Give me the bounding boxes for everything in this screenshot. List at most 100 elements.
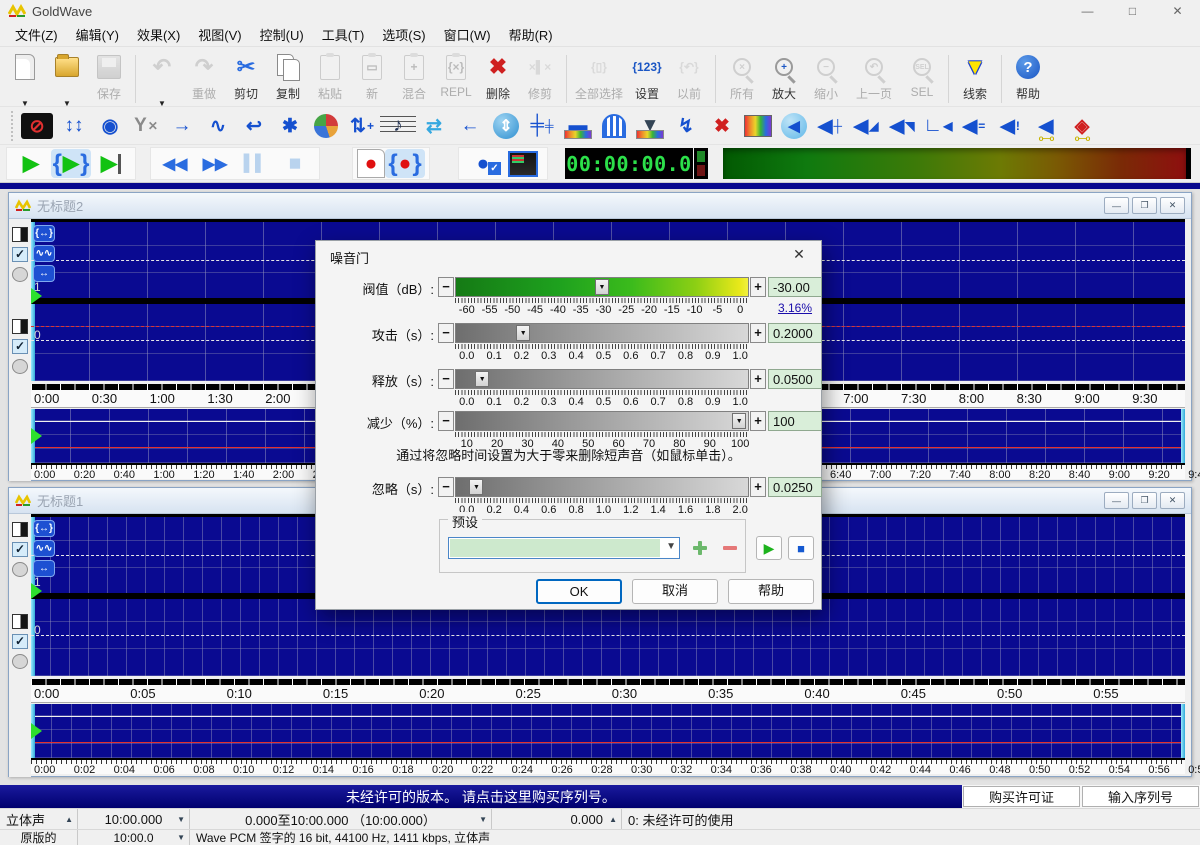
channel-0-checkbox[interactable]: ✓ [12, 542, 28, 557]
zoom-previous-button[interactable]: ↶上一页 [848, 51, 900, 102]
preset-delete-button[interactable] [719, 537, 741, 559]
monitor-button[interactable] [503, 149, 543, 178]
ok-button[interactable]: OK [536, 579, 622, 604]
record-settings-button[interactable]: ●✓ [463, 149, 503, 178]
window-close-button[interactable]: ✕ [1160, 492, 1185, 509]
threshold-decrease-button[interactable]: − [438, 277, 454, 297]
cancel-button[interactable]: 取消 [632, 579, 718, 604]
window-minimize-button[interactable]: — [1104, 492, 1129, 509]
echo-effect-button[interactable]: ✱ [272, 111, 308, 141]
rewind-button[interactable]: ◀◀ [155, 149, 195, 178]
preset-combobox[interactable]: ▼ [448, 537, 680, 559]
fast-forward-button[interactable]: ▶▶ [195, 149, 235, 178]
match-volume-effect-button[interactable]: ∟◀ [920, 111, 956, 141]
release-slider-thumb[interactable]: ▼ [475, 371, 489, 387]
channel-mode-cell[interactable]: 立体声▲ [0, 809, 78, 829]
position-cell[interactable]: 0.000▲ [492, 809, 622, 829]
menu-item-2[interactable]: 效果(X) [128, 22, 189, 47]
marker-handle-0[interactable]: {↔} [33, 520, 55, 537]
overview-strip[interactable] [31, 704, 1185, 758]
channel-1-view-toggle[interactable] [12, 319, 28, 334]
ignore-increase-button[interactable]: + [750, 477, 766, 497]
channel-1-checkbox[interactable]: ✓ [12, 634, 28, 649]
menu-item-5[interactable]: 工具(T) [313, 22, 374, 47]
buy-license-button[interactable]: 购买许可证 [963, 786, 1080, 807]
help-button[interactable]: ?帮助 [1008, 51, 1048, 102]
preset-add-button[interactable] [689, 537, 711, 559]
marker-handle-1[interactable]: ∿∿ [33, 540, 55, 557]
ignore-decrease-button[interactable]: − [438, 477, 454, 497]
menu-item-3[interactable]: 视图(V) [189, 22, 250, 47]
playback-volume-effect-button[interactable]: ◀ [781, 113, 807, 139]
channel-0-radio[interactable] [12, 267, 28, 282]
help-button[interactable]: 帮助 [728, 579, 814, 604]
smoother-effect-button[interactable] [744, 115, 772, 137]
close-button[interactable]: ✕ [1155, 0, 1200, 22]
pop-click-effect-button[interactable]: ↯ [668, 111, 704, 141]
channel-1-view-toggle[interactable] [12, 614, 28, 629]
change-volume-effect-button[interactable]: ◀┼ [812, 111, 848, 141]
zoom-length-cell[interactable]: 10:00.0▼ [78, 830, 190, 845]
paste-new-button[interactable]: ▭新 [352, 51, 392, 102]
position-spin-arrow[interactable]: ▲ [609, 815, 617, 824]
play-to-end-button[interactable]: ▶ [91, 149, 131, 178]
menu-item-8[interactable]: 帮助(R) [500, 22, 562, 47]
overview-ruler[interactable]: 0:000:020:040:060:080:100:120:140:160:18… [31, 758, 1185, 774]
release-decrease-button[interactable]: − [438, 369, 454, 389]
dialog-close-icon[interactable]: ✕ [789, 246, 809, 263]
ignore-slider[interactable]: ▼ [455, 477, 749, 497]
trim-button[interactable]: ×▌×修剪 [520, 51, 560, 102]
fade-out-effect-button[interactable]: ◀◥ [884, 111, 920, 141]
menu-item-4[interactable]: 控制(U) [251, 22, 313, 47]
menu-item-6[interactable]: 选项(S) [373, 22, 434, 47]
license-banner[interactable]: 未经许可的版本。 请点击这里购买序列号。 [0, 785, 962, 808]
minimize-button[interactable]: — [1065, 0, 1110, 22]
silence-reduce-effect-button[interactable]: ✖ [704, 111, 740, 141]
select-all-button[interactable]: {▯}全部选择 [573, 51, 625, 102]
selection-spin-arrow[interactable]: ▼ [479, 815, 487, 824]
channel-mode-spin-arrow[interactable]: ▲ [65, 815, 73, 824]
maximize-button[interactable]: □ [1110, 0, 1155, 22]
zoom-in-button[interactable]: +放大 [764, 51, 804, 102]
reduce-slider[interactable]: ▼ [455, 411, 749, 431]
stereo-volume-effect-button[interactable]: ◀ [1028, 111, 1064, 141]
equalize-volume-effect-button[interactable]: ◀= [956, 111, 992, 141]
preview-stop-button[interactable]: ■ [788, 536, 814, 560]
pause-button[interactable]: ▌▌ [235, 149, 275, 178]
channel-1-radio[interactable] [12, 654, 28, 669]
channel-1-radio[interactable] [12, 359, 28, 374]
ignore-slider-thumb[interactable]: ▼ [469, 479, 483, 495]
compressor-expander-effect-button[interactable]: ⇅+ [344, 111, 380, 141]
enter-serial-button[interactable]: 输入序列号 [1082, 786, 1199, 807]
selection-cell[interactable]: 0.000至10:00.000 （10:00.000）▼ [190, 809, 492, 829]
menu-item-7[interactable]: 窗口(W) [435, 22, 500, 47]
marker-handle-2[interactable]: ↔ [33, 265, 55, 282]
fade-in-effect-button[interactable]: ◀◢ [848, 111, 884, 141]
channel-1-checkbox[interactable]: ✓ [12, 339, 28, 354]
set-selection-button[interactable]: {123}设置 [627, 51, 667, 102]
window-minimize-button[interactable]: — [1104, 197, 1129, 214]
attack-decrease-button[interactable]: − [438, 323, 454, 343]
shape-volume-effect-button[interactable]: ◈ [1064, 111, 1100, 141]
cut-button[interactable]: ✂剪切 [226, 51, 266, 102]
pitch-effect-button[interactable]: ♪ [380, 111, 416, 141]
channel-0-radio[interactable] [12, 562, 28, 577]
release-increase-button[interactable]: + [750, 369, 766, 389]
save-button[interactable]: 保存 [89, 51, 129, 102]
play-selection-button[interactable]: ▶ [51, 149, 91, 178]
threshold-slider-thumb[interactable]: ▼ [595, 279, 609, 295]
replace-button[interactable]: {×}REPL [436, 51, 476, 99]
reduce-increase-button[interactable]: + [750, 411, 766, 431]
marker-handle-0[interactable]: {↔} [33, 225, 55, 242]
volume-orb-effect-button[interactable]: ⇕ [493, 113, 519, 139]
delete-button[interactable]: ✖删除 [478, 51, 518, 102]
noise-gate-effect-button[interactable] [602, 114, 626, 138]
equalizer-effect-button[interactable]: ╪╪ [524, 111, 560, 141]
record-selection-button[interactable]: ● [385, 149, 425, 178]
zoom-all-button[interactable]: ×所有 [722, 51, 762, 102]
time-shift-effect-button[interactable]: ← [452, 111, 488, 141]
flanger-effect-button[interactable]: ∿ [200, 111, 236, 141]
channel-0-checkbox[interactable]: ✓ [12, 247, 28, 262]
threshold-increase-button[interactable]: + [750, 277, 766, 297]
length-cell[interactable]: 10:00.000▼ [78, 809, 190, 829]
